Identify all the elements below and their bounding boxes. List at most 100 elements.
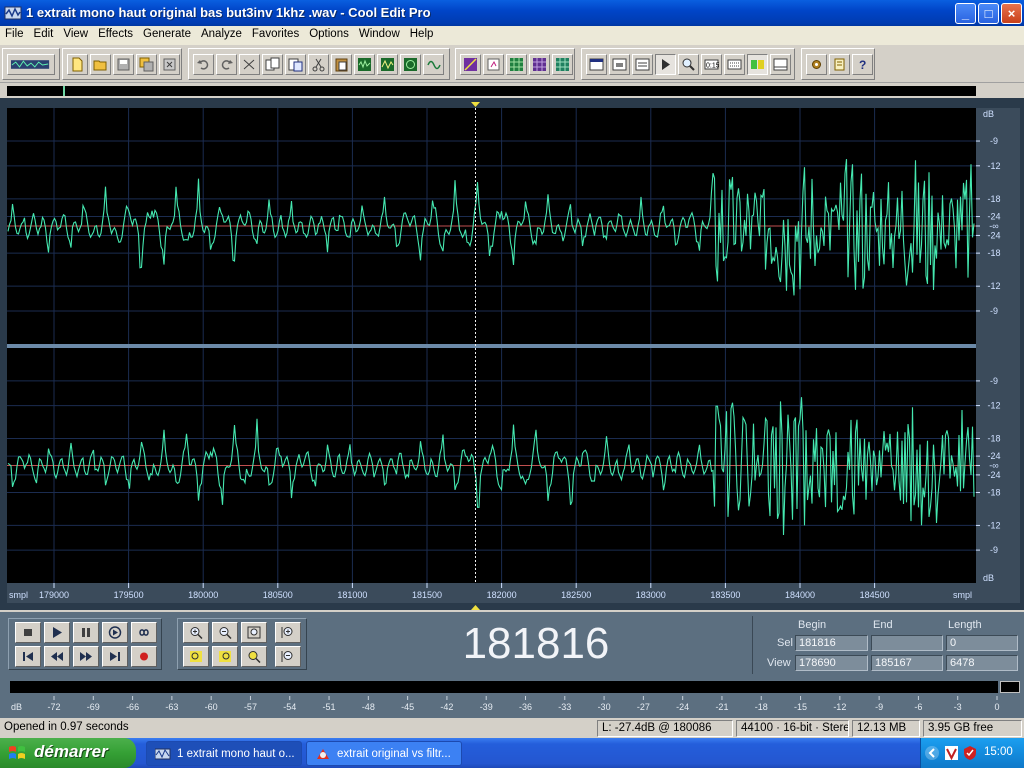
overview-view-marker[interactable] [63, 86, 65, 96]
new-file-button[interactable] [67, 54, 88, 75]
rewind-button[interactable] [44, 646, 70, 667]
system-tray: 15:00 [920, 738, 1024, 768]
zoom-right-button[interactable] [212, 646, 238, 667]
status-size: 12.13 MB [852, 720, 920, 737]
view-end-field[interactable]: 185167 [871, 655, 943, 671]
antivirus-tray-icon[interactable] [944, 745, 959, 761]
waveform-view-button[interactable] [586, 54, 607, 75]
view-begin-field[interactable]: 178690 [795, 655, 868, 671]
menu-edit[interactable]: Edit [29, 26, 59, 40]
zoom-in-vertical-icon [281, 627, 293, 638]
menu-options[interactable]: Options [304, 26, 354, 40]
waveform-display[interactable]: 179000 179500 180000 180500 181000 181500 1820… [0, 98, 1024, 610]
copy-button[interactable] [262, 54, 283, 75]
db-tick-label: -18 [987, 194, 1000, 204]
meters-button[interactable] [747, 54, 768, 75]
ruler-tick-label: 181500 [412, 590, 442, 600]
menu-window[interactable]: Window [354, 26, 405, 40]
zoom-in-vertical-button[interactable] [275, 622, 301, 643]
menu-generate[interactable]: Generate [138, 26, 196, 40]
time-display: 181816 [462, 619, 610, 668]
go-to-end-button[interactable] [102, 646, 128, 667]
spectral-button[interactable] [483, 54, 504, 75]
taskbar-item-label: extrait original vs filtr... [337, 748, 451, 760]
overview-bar[interactable] [7, 86, 976, 96]
minimize-button[interactable]: _ [955, 3, 976, 24]
loop-button[interactable] [131, 622, 157, 643]
level-meter-scale: dB -72 -69 -66 -63 -60 -57 -54 -51 -48 -45 -42 -39 -3… [11, 696, 1000, 712]
copy-to-new-button[interactable] [285, 54, 306, 75]
sel-begin-field[interactable]: 181816 [795, 635, 868, 651]
cursor-top-marker[interactable] [471, 102, 480, 107]
taskbar-item-cool-edit[interactable]: 1 extrait mono haut o... [146, 741, 302, 766]
undo-button[interactable] [193, 54, 214, 75]
paste-new-button[interactable] [354, 54, 375, 75]
menu-analyze[interactable]: Analyze [196, 26, 247, 40]
fast-forward-button[interactable] [73, 646, 99, 667]
menu-favorites[interactable]: Favorites [247, 26, 304, 40]
grid-view-3-button[interactable] [552, 54, 573, 75]
zero-crossing-button[interactable] [423, 54, 444, 75]
multitrack-toggle-button[interactable] [7, 54, 55, 75]
open-file-button[interactable] [90, 54, 111, 75]
zoom-in-button[interactable] [183, 622, 209, 643]
zoom-view-button[interactable] [678, 54, 699, 75]
cue-list-button[interactable] [632, 54, 653, 75]
loop-paste-icon [404, 58, 417, 71]
tray-expand-icon[interactable] [924, 745, 940, 761]
grid-view-2-button[interactable] [529, 54, 550, 75]
close-button[interactable]: × [1001, 3, 1022, 24]
taskbar-item-extrait[interactable]: extrait original vs filtr... [306, 741, 462, 766]
zoom-out-vertical-button[interactable] [275, 646, 301, 667]
cursor-bottom-marker[interactable] [471, 605, 480, 610]
level-meter-peak-indicator[interactable] [1000, 681, 1020, 693]
play-button[interactable] [44, 622, 70, 643]
record-button[interactable] [131, 646, 157, 667]
help-icon: ? [859, 58, 866, 72]
waveform-svg[interactable]: 179000 179500 180000 180500 181000 181500 1820… [0, 98, 1024, 610]
menu-view[interactable]: View [58, 26, 93, 40]
db-unit-bottom: dB [983, 573, 994, 583]
level-meter-tick-label: -42 [440, 702, 453, 712]
zoom-out-button[interactable] [212, 622, 238, 643]
start-button[interactable]: démarrer [0, 738, 136, 768]
sel-end-field[interactable] [871, 635, 943, 651]
settings-button[interactable] [806, 54, 827, 75]
menu-effects[interactable]: Effects [93, 26, 138, 40]
security-shield-tray-icon[interactable] [962, 745, 978, 761]
ruler-tick-label: 179500 [114, 590, 144, 600]
menu-file[interactable]: File [0, 26, 29, 40]
time-display-button[interactable]: 0:15 [701, 54, 722, 75]
stop-button[interactable] [15, 622, 41, 643]
redo-button[interactable] [216, 54, 237, 75]
menu-help[interactable]: Help [405, 26, 439, 40]
loop-paste-button[interactable] [400, 54, 421, 75]
sel-length-field[interactable]: 0 [946, 635, 1018, 651]
cut-button[interactable] [308, 54, 329, 75]
maximize-button[interactable]: □ [978, 3, 999, 24]
view-length-field[interactable]: 6478 [946, 655, 1018, 671]
trim-button[interactable] [239, 54, 260, 75]
play-to-end-button[interactable] [102, 622, 128, 643]
level-meter[interactable]: dB -72 -69 -66 -63 -60 -57 -54 -51 -48 -45 -42 -39 -3… [0, 674, 1024, 718]
info-view-button[interactable] [609, 54, 630, 75]
scripts-button[interactable] [829, 54, 850, 75]
paste-button[interactable] [331, 54, 352, 75]
save-button[interactable] [113, 54, 134, 75]
mix-paste-button[interactable] [377, 54, 398, 75]
pause-button[interactable] [73, 622, 99, 643]
status-bar-button[interactable] [770, 54, 791, 75]
close-file-button[interactable] [159, 54, 180, 75]
zoom-full-button[interactable] [241, 622, 267, 643]
channel-divider[interactable] [7, 344, 1020, 348]
go-to-start-button[interactable] [15, 646, 41, 667]
zoom-left-button[interactable] [183, 646, 209, 667]
title-bar[interactable]: 1 extrait mono haut original bas but3inv… [0, 0, 1024, 26]
grid-view-1-button[interactable] [506, 54, 527, 75]
envelope-button[interactable] [460, 54, 481, 75]
zoom-selection-button[interactable] [241, 646, 267, 667]
save-all-button[interactable] [136, 54, 157, 75]
help-button[interactable]: ? [852, 54, 873, 75]
level-display-button[interactable] [724, 54, 745, 75]
play-list-button[interactable] [655, 54, 676, 75]
